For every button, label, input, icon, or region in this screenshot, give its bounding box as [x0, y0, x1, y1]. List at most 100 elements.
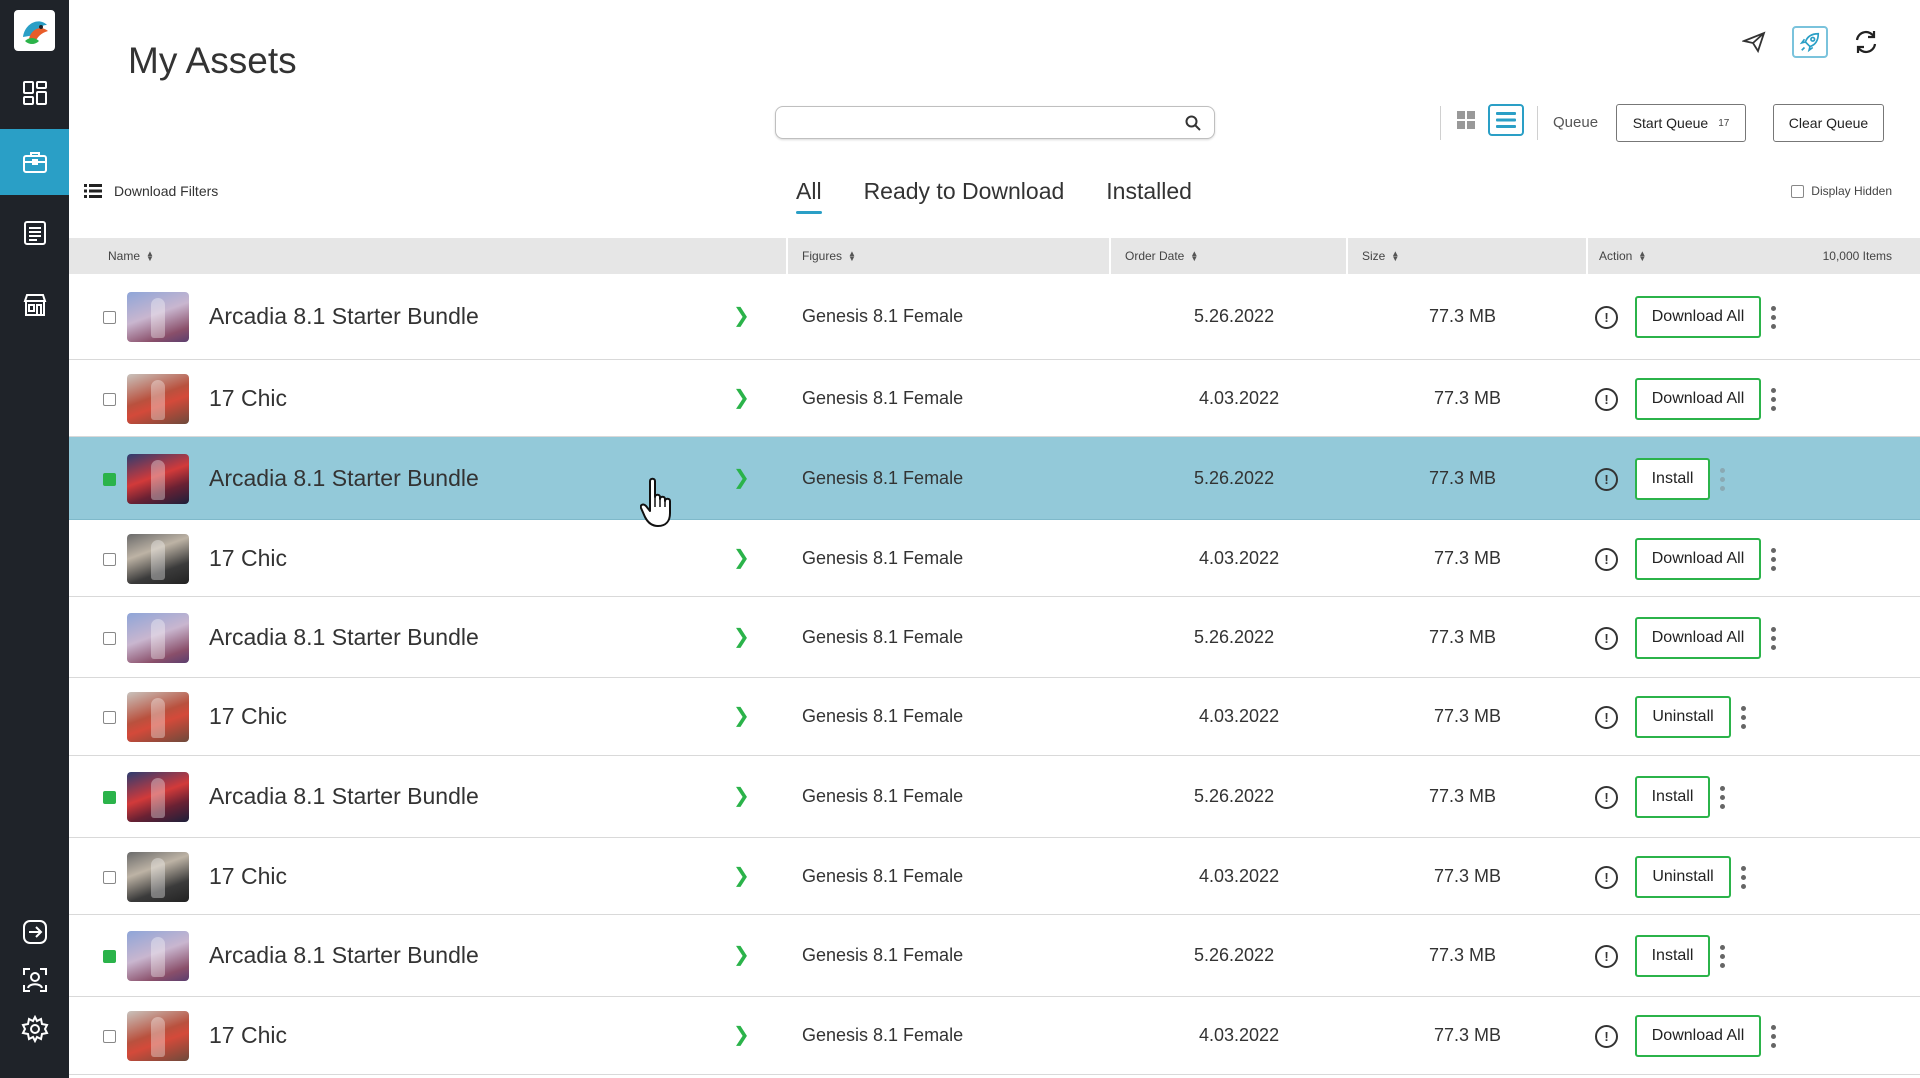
row-action-button[interactable]: Download All	[1635, 1015, 1761, 1057]
asset-name[interactable]: Arcadia 8.1 Starter Bundle	[209, 303, 479, 330]
table-row[interactable]: Arcadia 8.1 Starter Bundle ❯ Genesis 8.1…	[69, 437, 1920, 520]
column-header-action[interactable]: Action ▲ ▼	[1599, 238, 1646, 274]
asset-name[interactable]: 17 Chic	[209, 545, 287, 572]
more-options-icon[interactable]	[1720, 467, 1725, 491]
send-button[interactable]	[1736, 26, 1772, 58]
chevron-right-icon[interactable]: ❯	[733, 545, 750, 570]
more-options-icon[interactable]	[1720, 945, 1725, 968]
asset-name[interactable]: 17 Chic	[209, 1022, 287, 1049]
more-options-icon[interactable]	[1771, 626, 1776, 650]
row-checkbox[interactable]	[103, 711, 116, 724]
start-queue-button[interactable]: Start Queue 17	[1616, 104, 1746, 142]
more-options-icon[interactable]	[1771, 387, 1776, 411]
row-action-button[interactable]: Uninstall	[1635, 855, 1731, 898]
row-checkbox[interactable]	[103, 392, 116, 406]
row-action-button[interactable]: Install	[1635, 776, 1710, 818]
info-icon[interactable]: !	[1595, 547, 1618, 571]
sidebar-item-my-assets[interactable]	[0, 129, 69, 195]
info-icon[interactable]: !	[1595, 706, 1618, 729]
row-checkbox[interactable]	[103, 311, 116, 324]
sidebar-item-dashboard[interactable]	[0, 60, 69, 126]
sidebar-item-settings[interactable]	[0, 996, 69, 1062]
info-icon[interactable]: !	[1595, 1025, 1618, 1048]
row-checkbox[interactable]	[103, 791, 116, 804]
table-row[interactable]: 17 Chic ❯ Genesis 8.1 Female 4.03.2022 7…	[69, 520, 1920, 597]
display-hidden-toggle[interactable]: Display Hidden	[1791, 184, 1892, 198]
table-row[interactable]: Arcadia 8.1 Starter Bundle ❯ Genesis 8.1…	[69, 274, 1920, 360]
refresh-button[interactable]	[1848, 26, 1884, 58]
more-options-icon[interactable]	[1720, 786, 1725, 809]
row-checkbox[interactable]	[103, 472, 116, 486]
more-options-icon[interactable]	[1741, 706, 1746, 729]
row-checkbox[interactable]	[103, 552, 116, 566]
app-logo[interactable]	[12, 8, 57, 53]
table-row[interactable]: 17 Chic ❯ Genesis 8.1 Female 4.03.2022 7…	[69, 360, 1920, 437]
table-row[interactable]: 17 Chic ❯ Genesis 8.1 Female 4.03.2022 7…	[69, 678, 1920, 756]
row-action-button[interactable]: Install	[1635, 935, 1710, 977]
info-icon[interactable]: !	[1595, 467, 1618, 491]
row-checkbox[interactable]	[103, 631, 116, 645]
asset-name[interactable]: 17 Chic	[209, 863, 287, 890]
more-options-icon[interactable]	[1741, 865, 1746, 889]
column-header-order-date[interactable]: Order Date ▲ ▼	[1125, 238, 1198, 274]
download-filters-toggle[interactable]: Download Filters	[84, 183, 218, 199]
info-icon[interactable]: !	[1595, 786, 1618, 809]
row-checkbox[interactable]	[103, 1030, 116, 1043]
list-view-button[interactable]	[1488, 104, 1524, 136]
row-action-button[interactable]: Download All	[1635, 616, 1761, 659]
tab-installed[interactable]: Installed	[1106, 178, 1192, 211]
table-row[interactable]: 17 Chic ❯ Genesis 8.1 Female 4.03.2022 7…	[69, 838, 1920, 915]
info-icon[interactable]: !	[1595, 306, 1618, 329]
chevron-right-icon[interactable]: ❯	[733, 703, 750, 728]
tab-all[interactable]: All	[796, 178, 822, 214]
asset-name[interactable]: Arcadia 8.1 Starter Bundle	[209, 942, 479, 969]
asset-name[interactable]: 17 Chic	[209, 703, 287, 730]
column-header-figures[interactable]: Figures ▲ ▼	[802, 238, 856, 274]
table-row[interactable]: Arcadia 8.1 Starter Bundle ❯ Genesis 8.1…	[69, 597, 1920, 678]
asset-size: 77.3 MB	[1434, 547, 1502, 568]
info-icon[interactable]: !	[1595, 387, 1618, 411]
tab-ready-to-download[interactable]: Ready to Download	[864, 178, 1065, 211]
row-checkbox[interactable]	[103, 950, 116, 963]
chevron-right-icon[interactable]: ❯	[733, 624, 750, 649]
asset-name[interactable]: Arcadia 8.1 Starter Bundle	[209, 465, 479, 492]
chevron-right-icon[interactable]: ❯	[733, 863, 750, 888]
row-checkbox[interactable]	[103, 870, 116, 884]
info-icon[interactable]: !	[1595, 945, 1618, 968]
more-options-icon[interactable]	[1771, 306, 1776, 329]
search-icon[interactable]	[1184, 114, 1202, 132]
row-action-button[interactable]: Download All	[1635, 377, 1761, 420]
table-row[interactable]: 17 Chic ❯ Genesis 8.1 Female 4.03.2022 7…	[69, 997, 1920, 1075]
sidebar-item-store[interactable]	[0, 272, 69, 338]
grid-view-button[interactable]	[1448, 104, 1484, 136]
table-row[interactable]: Arcadia 8.1 Starter Bundle ❯ Genesis 8.1…	[69, 756, 1920, 838]
row-action-button[interactable]: Download All	[1635, 537, 1761, 580]
column-header-name[interactable]: Name ▲ ▼	[108, 238, 154, 274]
more-options-icon[interactable]	[1771, 1025, 1776, 1048]
column-header-size[interactable]: Size ▲ ▼	[1362, 238, 1399, 274]
display-hidden-checkbox[interactable]	[1791, 184, 1805, 198]
asset-name[interactable]: 17 Chic	[209, 385, 287, 412]
column-divider	[786, 238, 788, 274]
more-options-icon[interactable]	[1771, 547, 1776, 571]
info-icon[interactable]: !	[1595, 865, 1618, 889]
search-input[interactable]	[788, 107, 1178, 137]
info-icon[interactable]: !	[1595, 626, 1618, 650]
asset-size: 77.3 MB	[1429, 786, 1497, 806]
asset-name[interactable]: Arcadia 8.1 Starter Bundle	[209, 783, 479, 810]
rocket-button[interactable]	[1792, 26, 1828, 58]
chevron-right-icon[interactable]: ❯	[733, 385, 750, 410]
row-action-button[interactable]: Install	[1635, 457, 1710, 500]
asset-name[interactable]: Arcadia 8.1 Starter Bundle	[209, 624, 479, 651]
chevron-right-icon[interactable]: ❯	[733, 783, 750, 808]
chevron-right-icon[interactable]: ❯	[733, 1022, 750, 1047]
display-hidden-label: Display Hidden	[1811, 184, 1892, 198]
chevron-right-icon[interactable]: ❯	[733, 465, 750, 490]
chevron-right-icon[interactable]: ❯	[733, 303, 750, 328]
row-action-button[interactable]: Download All	[1635, 296, 1761, 338]
table-row[interactable]: Arcadia 8.1 Starter Bundle ❯ Genesis 8.1…	[69, 915, 1920, 997]
clear-queue-button[interactable]: Clear Queue	[1773, 104, 1884, 142]
chevron-right-icon[interactable]: ❯	[733, 942, 750, 967]
row-action-button[interactable]: Uninstall	[1635, 696, 1731, 738]
sidebar-item-library[interactable]	[0, 200, 69, 266]
